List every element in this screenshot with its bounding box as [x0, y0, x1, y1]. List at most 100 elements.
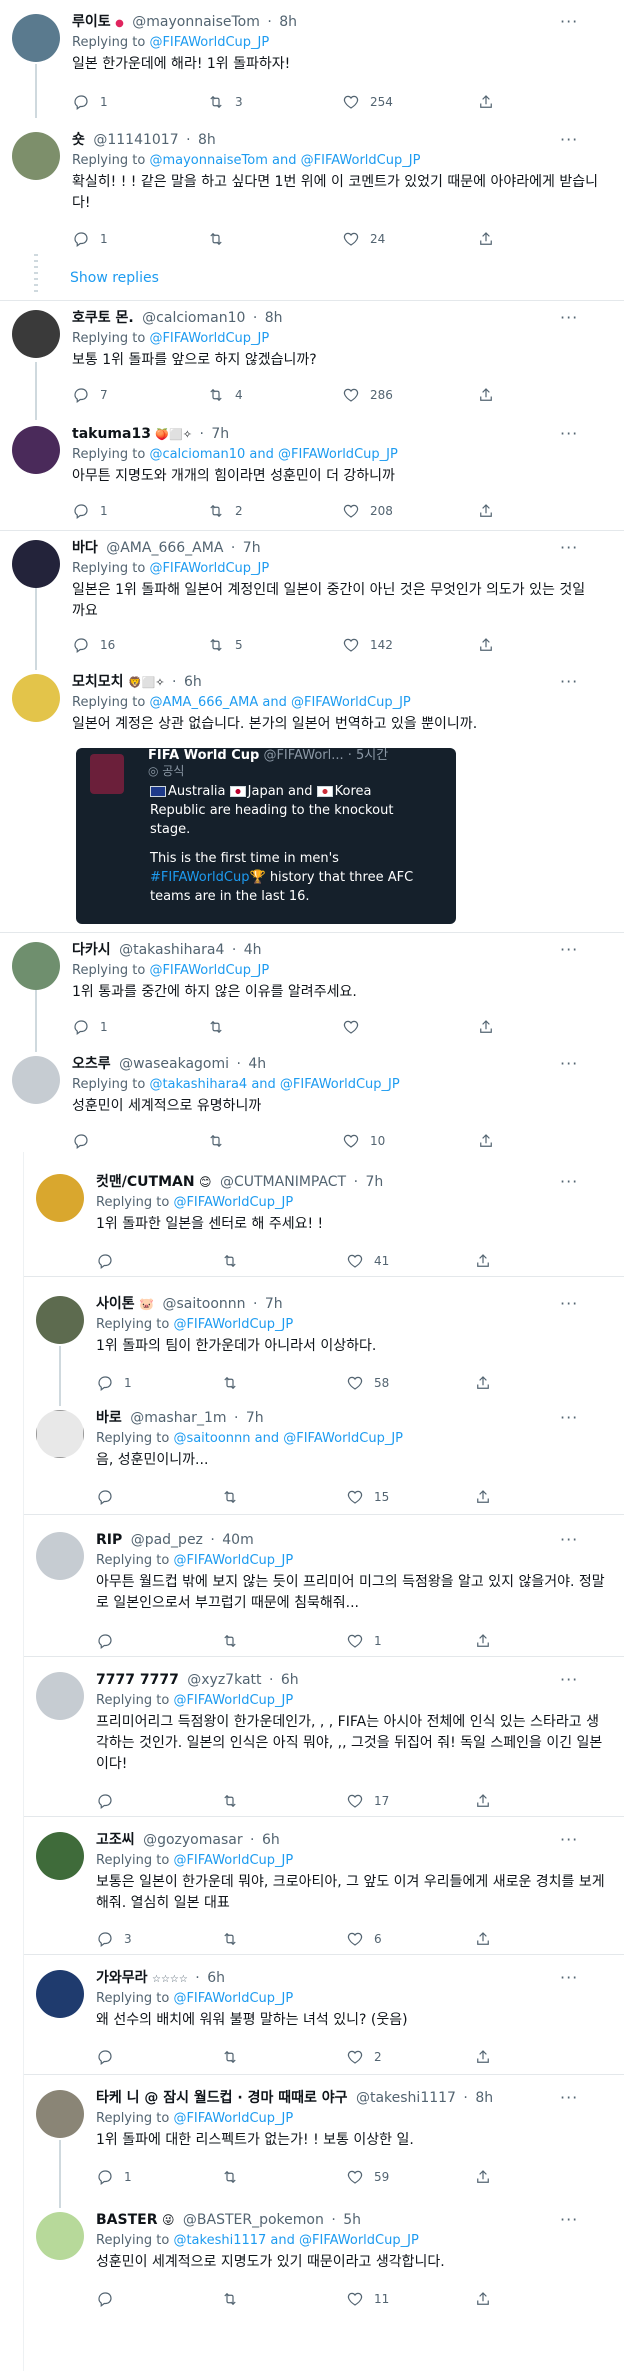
retweet-button[interactable]	[221, 1374, 249, 1392]
tweet[interactable]: 호쿠토 몬. @calcioman10 · 8h ··· Replying to…	[0, 300, 624, 412]
more-icon[interactable]: ···	[560, 538, 578, 557]
mention-link[interactable]: @FIFAWorldCup_JP	[149, 963, 269, 978]
tweet[interactable]: 사이톤 🐷 @saitoonnn · 7h ··· Replying to @F…	[0, 1288, 624, 1400]
reply-button[interactable]: 1	[72, 93, 108, 111]
handle[interactable]: @BASTER_pokemon	[183, 2212, 324, 2228]
more-icon[interactable]: ···	[560, 940, 578, 959]
reply-button[interactable]	[96, 1632, 124, 1650]
avatar[interactable]	[12, 942, 60, 990]
avatar[interactable]	[36, 1832, 84, 1880]
handle[interactable]: @pad_pez	[131, 1532, 203, 1548]
timestamp[interactable]: 7h	[265, 1296, 283, 1312]
avatar[interactable]	[36, 1672, 84, 1720]
tweet[interactable]: 루이토 ● @mayonnaiseTom · 8h ··· Replying t…	[0, 0, 624, 120]
mention-link[interactable]: @FIFAWorldCup_JP	[278, 447, 398, 462]
handle[interactable]: @mayonnaiseTom	[132, 14, 260, 30]
like-button[interactable]: 58	[346, 1374, 389, 1392]
tweet[interactable]: 가와무라 ☆☆☆☆ · 6h ··· Replying to @FIFAWorl…	[0, 1964, 624, 2074]
share-button[interactable]	[477, 230, 495, 248]
more-icon[interactable]: ···	[560, 1294, 578, 1313]
retweet-button[interactable]	[221, 2168, 249, 2186]
handle[interactable]: @saitoonnn	[163, 1296, 246, 1312]
timestamp[interactable]: 8h	[198, 132, 216, 148]
timestamp[interactable]: 8h	[279, 14, 297, 30]
avatar[interactable]	[12, 674, 60, 722]
retweet-button[interactable]: 5	[207, 636, 243, 654]
avatar[interactable]	[36, 1410, 84, 1458]
hashtag-link[interactable]: #FIFAWorldCup	[150, 870, 250, 885]
like-button[interactable]: 6	[346, 1930, 382, 1948]
avatar[interactable]	[12, 310, 60, 358]
display-name[interactable]: 오츠루	[72, 1056, 111, 1072]
handle[interactable]: @AMA_666_AMA	[106, 540, 223, 556]
tweet[interactable]: 타케 니 @ 잠시 월드컵 · 경마 때때로 야구 @takeshi1117 ·…	[0, 2084, 624, 2194]
mention-link[interactable]: @saitoonnn	[173, 1431, 250, 1446]
more-icon[interactable]: ···	[560, 12, 578, 31]
display-name[interactable]: RIP	[96, 1532, 122, 1548]
mention-link[interactable]: @AMA_666_AMA	[149, 695, 258, 710]
display-name[interactable]: 컷맨/CUTMAN	[96, 1174, 195, 1190]
timestamp[interactable]: 8h	[475, 2090, 493, 2106]
display-name[interactable]: 사이톤	[96, 1296, 135, 1312]
share-button[interactable]	[477, 1132, 495, 1150]
reply-button[interactable]: 7	[72, 386, 108, 404]
avatar[interactable]	[12, 1056, 60, 1104]
avatar[interactable]	[12, 14, 60, 62]
mention-link[interactable]: @takashihara4	[149, 1077, 247, 1092]
retweet-button[interactable]: 2	[207, 502, 243, 520]
display-name[interactable]: takuma13	[72, 426, 151, 442]
reply-button[interactable]	[96, 1488, 124, 1506]
more-icon[interactable]: ···	[560, 1408, 578, 1427]
mention-link[interactable]: @FIFAWorldCup_JP	[291, 695, 411, 710]
like-button[interactable]: 1	[346, 1632, 382, 1650]
tweet[interactable]: 고조씨 @gozyomasar · 6h ··· Replying to @FI…	[0, 1826, 624, 1954]
like-button[interactable]: 59	[346, 2168, 389, 2186]
handle[interactable]: @takashihara4	[119, 942, 224, 958]
reply-button[interactable]	[96, 1252, 124, 1270]
mention-link[interactable]: @FIFAWorldCup_JP	[280, 1077, 400, 1092]
mention-link[interactable]: @FIFAWorldCup_JP	[149, 331, 269, 346]
share-button[interactable]	[474, 1374, 492, 1392]
like-button[interactable]: 17	[346, 1792, 389, 1810]
tweet[interactable]: 숏 @11141017 · 8h ··· Replying to @mayonn…	[0, 120, 624, 250]
share-button[interactable]	[474, 2168, 492, 2186]
handle[interactable]: @CUTMANIMPACT	[220, 1174, 346, 1190]
timestamp[interactable]: 6h	[207, 1970, 225, 1986]
avatar[interactable]	[36, 2212, 84, 2260]
like-button[interactable]: 2	[346, 2048, 382, 2066]
avatar[interactable]	[12, 540, 60, 588]
tweet[interactable]: 바다 @AMA_666_AMA · 7h ··· Replying to @FI…	[0, 530, 624, 660]
mention-link[interactable]: @FIFAWorldCup_JP	[149, 561, 269, 576]
reply-button[interactable]	[96, 2290, 124, 2308]
retweet-button[interactable]	[221, 1488, 249, 1506]
share-button[interactable]	[477, 502, 495, 520]
display-name[interactable]: 숏	[72, 132, 85, 148]
timestamp[interactable]: 4h	[244, 942, 262, 958]
retweet-button[interactable]	[221, 1792, 249, 1810]
mention-link[interactable]: @FIFAWorldCup_JP	[149, 35, 269, 50]
like-button[interactable]	[342, 1018, 370, 1036]
more-icon[interactable]: ···	[560, 1172, 578, 1191]
like-button[interactable]: 24	[342, 230, 385, 248]
more-icon[interactable]: ···	[560, 1830, 578, 1849]
mention-link[interactable]: @FIFAWorldCup_JP	[173, 1853, 293, 1868]
tweet[interactable]: RIP @pad_pez · 40m ··· Replying to @FIFA…	[0, 1526, 624, 1656]
retweet-button[interactable]: 4	[207, 386, 243, 404]
share-button[interactable]	[474, 1632, 492, 1650]
display-name[interactable]: 가와무라	[96, 1970, 148, 1986]
mention-link[interactable]: @FIFAWorldCup_JP	[173, 1553, 293, 1568]
avatar[interactable]	[36, 1532, 84, 1580]
more-icon[interactable]: ···	[560, 672, 578, 691]
retweet-button[interactable]	[207, 1018, 235, 1036]
display-name[interactable]: 다카시	[72, 942, 111, 958]
retweet-button[interactable]	[221, 2290, 249, 2308]
like-button[interactable]: 286	[342, 386, 393, 404]
timestamp[interactable]: 7h	[211, 426, 229, 442]
timestamp[interactable]: 8h	[265, 310, 283, 326]
avatar[interactable]	[36, 1296, 84, 1344]
avatar[interactable]	[36, 2090, 84, 2138]
share-button[interactable]	[477, 386, 495, 404]
avatar[interactable]	[12, 132, 60, 180]
reply-button[interactable]: 1	[72, 1018, 108, 1036]
reply-button[interactable]: 3	[96, 1930, 132, 1948]
